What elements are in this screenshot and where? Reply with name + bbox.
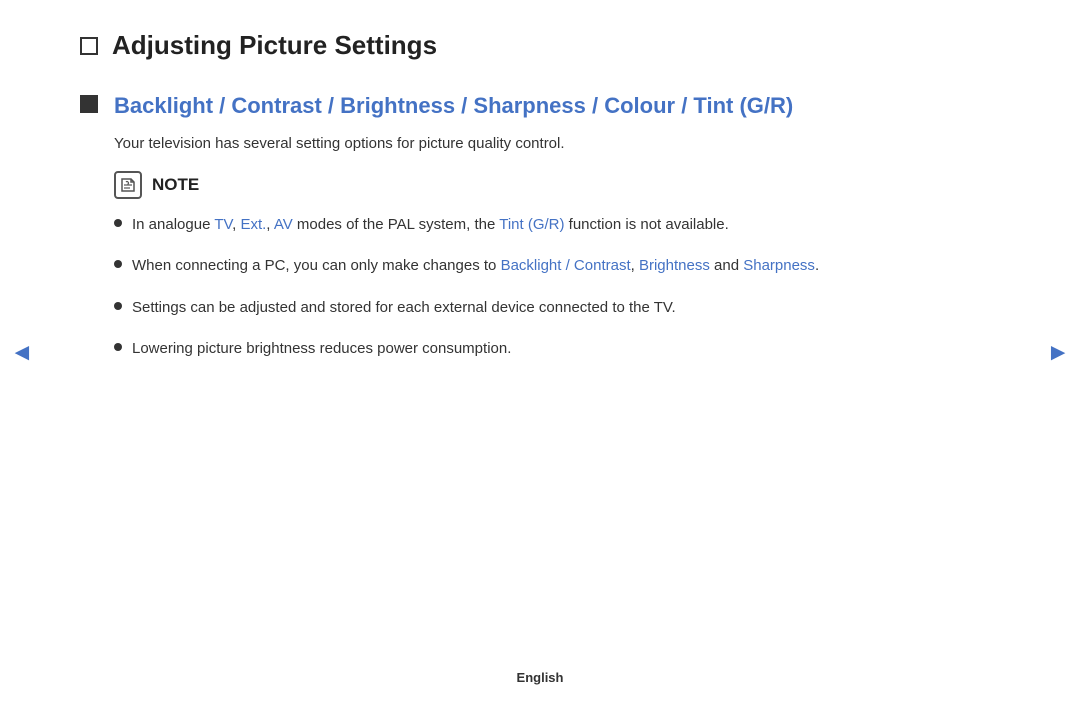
nav-arrow-left[interactable]: ◄ bbox=[10, 339, 34, 367]
link-backlight-contrast: Backlight / Contrast bbox=[501, 257, 631, 274]
bullet-list: In analogue TV, Ext., AV modes of the PA… bbox=[114, 213, 1000, 378]
list-item: In analogue TV, Ext., AV modes of the PA… bbox=[114, 213, 1000, 236]
section-description: Your television has several setting opti… bbox=[114, 133, 1000, 156]
link-av: AV bbox=[274, 216, 293, 233]
note-icon bbox=[114, 171, 142, 199]
link-brightness: Brightness bbox=[639, 257, 710, 274]
main-section: Backlight / Contrast / Brightness / Shar… bbox=[80, 91, 1000, 378]
note-label: NOTE bbox=[152, 175, 199, 195]
list-item: Settings can be adjusted and stored for … bbox=[114, 296, 1000, 319]
bullet-dot-icon bbox=[114, 343, 122, 351]
link-tv: TV bbox=[214, 216, 232, 233]
bullet-text-4: Lowering picture brightness reduces powe… bbox=[132, 337, 511, 360]
footer-language: English bbox=[517, 670, 564, 685]
nav-arrow-right[interactable]: ► bbox=[1046, 339, 1070, 367]
section-heading: Backlight / Contrast / Brightness / Shar… bbox=[114, 91, 1000, 121]
section-bullet-icon bbox=[80, 95, 98, 113]
page-container: Adjusting Picture Settings Backlight / C… bbox=[0, 0, 1080, 705]
section-content: Backlight / Contrast / Brightness / Shar… bbox=[114, 91, 1000, 378]
bullet-text-3: Settings can be adjusted and stored for … bbox=[132, 296, 676, 319]
note-header: NOTE bbox=[114, 171, 1000, 199]
link-tint: Tint (G/R) bbox=[499, 216, 564, 233]
list-item: When connecting a PC, you can only make … bbox=[114, 254, 1000, 277]
page-title: Adjusting Picture Settings bbox=[112, 30, 437, 61]
bullet-dot-icon bbox=[114, 219, 122, 227]
link-sharpness: Sharpness bbox=[743, 257, 815, 274]
title-checkbox-icon bbox=[80, 37, 98, 55]
bullet-text-1: In analogue TV, Ext., AV modes of the PA… bbox=[132, 213, 729, 236]
list-item: Lowering picture brightness reduces powe… bbox=[114, 337, 1000, 360]
bullet-text-2: When connecting a PC, you can only make … bbox=[132, 254, 819, 277]
bullet-dot-icon bbox=[114, 260, 122, 268]
page-title-row: Adjusting Picture Settings bbox=[80, 30, 1000, 61]
link-ext: Ext. bbox=[240, 216, 266, 233]
section-heading-text: Backlight / Contrast / Brightness / Shar… bbox=[114, 93, 793, 118]
note-svg-icon bbox=[119, 176, 137, 194]
bullet-dot-icon bbox=[114, 302, 122, 310]
note-box: NOTE In analogue TV, Ext., AV modes of t… bbox=[114, 171, 1000, 378]
